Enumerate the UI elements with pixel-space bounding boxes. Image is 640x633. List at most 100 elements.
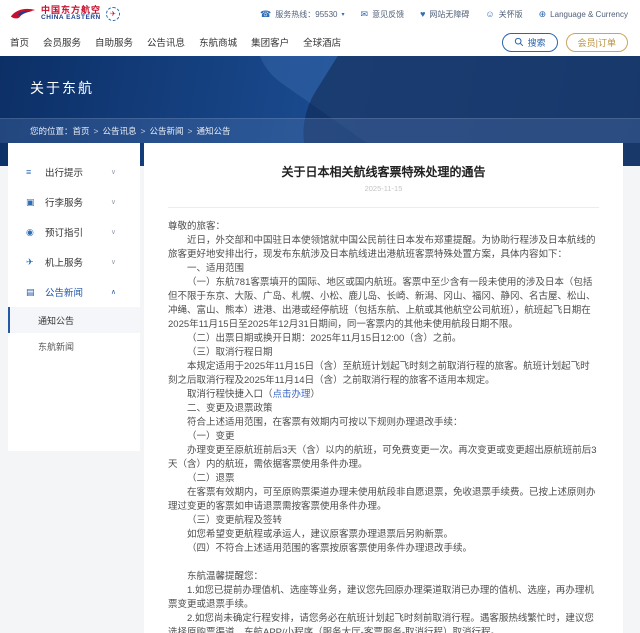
breadcrumb-separator: >	[187, 126, 193, 136]
chevron-up-icon: ∧	[110, 289, 116, 296]
utility-item-4[interactable]: ⊕ Language & Currency	[538, 8, 628, 19]
nav-item-2[interactable]: 自助服务	[95, 35, 133, 49]
breadcrumb-separator: >	[140, 126, 146, 136]
nav-item-6[interactable]: 全球酒店	[303, 35, 341, 49]
article-paragraph-8: 二、变更及退票政策	[187, 403, 273, 414]
article-paragraph-20: 2.如您尚未确定行程安排，请您务必在航班计划起飞时刻前取消行程。遇客服热线繁忙时…	[168, 613, 594, 633]
article-paragraph-19: 1.如您已提前办理值机、选座等业务，建议您先回原办理渠道取消已办理的值机、选座，…	[168, 585, 594, 610]
article-paragraph-16: （四）不符合上述适用范围的客票按原客票使用条件办理退改手续。	[187, 543, 473, 554]
nav-item-0[interactable]: 首页	[10, 35, 29, 49]
chevron-down-icon: ∨	[110, 199, 116, 206]
utility-label: 意见反馈	[372, 9, 405, 19]
search-icon	[514, 37, 523, 47]
breadcrumb-item-3[interactable]: 通知公告	[196, 126, 230, 136]
article-paragraph-7: 取消行程快捷入口（点击办理）	[187, 389, 321, 400]
breadcrumb-prefix: 您的位置：	[30, 126, 73, 136]
accessibility-heart-icon: ♥	[420, 8, 426, 19]
article-paragraph-4: （二）出票日期或换开日期：2025年11月15日12:00（含）之前。	[187, 333, 462, 344]
news-icon: ▤	[26, 286, 35, 297]
article-paragraph-0: 尊敬的旅客：	[168, 221, 226, 232]
article-body: 尊敬的旅客： 近日，外交部和中国驻日本使领馆就中国公民前往日本发布郑重提醒。为协助…	[168, 220, 599, 633]
breadcrumb-separator: >	[93, 126, 99, 136]
top-utility-bar: 中国东方航空 CHINA EASTERN ✈ ☎ 服务热线：95530 ▾ ✉ 意见反馈…	[0, 0, 640, 28]
nav-item-1[interactable]: 会员服务	[43, 35, 81, 49]
cancel-itinerary-link[interactable]: 点击办理	[273, 389, 311, 400]
member-orders-button[interactable]: 会员|订单	[565, 32, 628, 52]
main-nav: 首页 会员服务 自助服务 公告讯息 东航商城 集团客户 全球酒店	[10, 35, 341, 49]
article-paragraph-15: 如您希望变更航程或承运人，建议原客票办理退票后另购新票。	[187, 529, 454, 540]
logo-en-name: CHINA EASTERN	[41, 14, 101, 22]
nav-actions: 搜索 会员|订单	[501, 32, 628, 52]
baggage-icon: ▣	[26, 196, 35, 207]
sidebar-item-label: 机上服务	[45, 258, 84, 269]
article-title: 关于日本相关航线客票特殊处理的通告	[281, 165, 486, 179]
chevron-down-icon: ∨	[110, 229, 116, 236]
search-label: 搜索	[527, 37, 546, 48]
chevron-down-icon: ∨	[110, 259, 116, 266]
sidebar-item-label: 行李服务	[45, 198, 84, 209]
nav-item-5[interactable]: 集团客户	[251, 35, 289, 49]
article-paragraph-9: 符合上述适用范围，在客票有效期内可按以下规则办理退改手续：	[187, 417, 463, 428]
member-orders-label: 会员|订单	[577, 37, 616, 48]
utility-item-2[interactable]: ♥ 网站无障碍	[420, 9, 469, 20]
utility-item-0[interactable]: ☎ 服务热线：95530 ▾	[260, 9, 344, 20]
globe-icon: ⊕	[538, 8, 547, 19]
article-date: 2025-11-15	[364, 184, 403, 193]
breadcrumb: 首页 > 公告讯息 > 公告新闻 > 通知公告	[73, 125, 231, 137]
sidebar-item-label: 出行提示	[45, 168, 84, 179]
breadcrumb-bar: 您的位置： 首页 > 公告讯息 > 公告新闻 > 通知公告	[0, 118, 640, 143]
chevron-down-icon: ∨	[110, 169, 116, 176]
care-person-icon: ☺	[485, 8, 495, 19]
utility-label: Language & Currency	[550, 9, 628, 19]
feedback-icon: ✉	[360, 8, 369, 19]
breadcrumb-item-0[interactable]: 首页	[73, 126, 90, 136]
booking-guide-icon: ◉	[26, 226, 34, 237]
phone-icon: ☎	[260, 8, 272, 19]
sidebar-menu: ≡ 出行提示 ∨ ▣ 行李服务 ∨ ◉ 预订指引 ∨ ✈ 机上服务 ∨ ▤ 公告新闻 ∧ 通知公告 东航新闻	[8, 143, 140, 451]
banner-title: 关于东航	[30, 80, 94, 96]
anniversary-stamp-icon: ✈	[106, 7, 121, 21]
utility-label: 服务热线：95530	[275, 9, 338, 19]
notice-article: 关于日本相关航线客票特殊处理的通告 2025-11-15 尊敬的旅客： 近日，外交…	[144, 143, 623, 633]
sidebar-item-4[interactable]: ▤ 公告新闻 ∧	[8, 277, 140, 307]
article-paragraph-3: （一）东航781客票填开的国际、地区或国内航班。客票中至少含有一段未使用的涉及日…	[168, 277, 596, 330]
sidebar-item-3[interactable]: ✈ 机上服务 ∨	[8, 247, 140, 277]
article-paragraph-11: 办理变更至原航班前后3天（含）以内的航班，可免费变更一次。再次变更或变更超出原航…	[168, 445, 597, 470]
utility-item-1[interactable]: ✉ 意见反馈	[361, 9, 405, 20]
sidebar-item-2[interactable]: ◉ 预订指引 ∨	[8, 217, 140, 247]
sidebar-subitem-0[interactable]: 通知公告	[8, 307, 140, 333]
article-paragraph-5: （三）取消行程日期	[187, 347, 273, 358]
breadcrumb-item-1[interactable]: 公告讯息	[103, 126, 137, 136]
title-divider	[168, 207, 599, 208]
main-nav-bar: 首页 会员服务 自助服务 公告讯息 东航商城 集团客户 全球酒店 搜索 会员|订单	[0, 28, 640, 56]
article-paragraph-2: 一、适用范围	[187, 263, 245, 274]
nav-item-3[interactable]: 公告讯息	[147, 35, 185, 49]
chevron-down-icon: ▾	[341, 11, 345, 18]
utility-label: 网站无障碍	[429, 9, 470, 19]
search-button[interactable]: 搜索	[501, 32, 558, 52]
article-paragraph-18: 东航温馨提醒您：	[187, 571, 264, 582]
article-paragraph-14: （三）变更航程及签转	[187, 515, 283, 526]
breadcrumb-item-2[interactable]: 公告新闻	[149, 126, 183, 136]
china-eastern-logo[interactable]: 中国东方航空 CHINA EASTERN ✈	[10, 6, 121, 22]
sidebar-item-label: 预订指引	[45, 228, 84, 239]
sidebar-subitem-1[interactable]: 东航新闻	[8, 333, 140, 359]
article-paragraph-10: （一）变更	[187, 431, 235, 442]
logo-text: 中国东方航空 CHINA EASTERN	[41, 6, 101, 22]
onboard-service-icon: ✈	[26, 256, 34, 267]
utility-item-3[interactable]: ☺ 关怀版	[485, 9, 522, 20]
utility-label: 关怀版	[498, 9, 523, 19]
travel-tips-icon: ≡	[26, 166, 32, 177]
article-paragraph-1: 近日，外交部和中国驻日本使领馆就中国公民前往日本发布郑重提醒。为协助行程涉及日本…	[168, 235, 596, 260]
sidebar-item-0[interactable]: ≡ 出行提示 ∨	[8, 157, 140, 187]
sidebar-item-label: 公告新闻	[45, 288, 84, 299]
swallow-logo-icon	[10, 8, 36, 19]
article-paragraph-13: 在客票有效期内，可至原购票渠道办理未使用航段非自愿退票，免收退票手续费。已按上述…	[168, 487, 596, 512]
utility-links: ☎ 服务热线：95530 ▾ ✉ 意见反馈 ♥ 网站无障碍 ☺ 关怀版 ⊕ Language & C…	[260, 9, 628, 20]
content-area: ≡ 出行提示 ∨ ▣ 行李服务 ∨ ◉ 预订指引 ∨ ✈ 机上服务 ∨ ▤ 公告新闻 ∧ 通知公告 东航新闻 关…	[0, 143, 640, 633]
sidebar-item-1[interactable]: ▣ 行李服务 ∨	[8, 187, 140, 217]
nav-item-4[interactable]: 东航商城	[199, 35, 237, 49]
article-paragraph-6: 本规定适用于2025年11月15日（含）至航班计划起飞时刻之前取消行程的旅客。航…	[168, 361, 590, 386]
article-paragraph-12: （二）退票	[187, 473, 235, 484]
